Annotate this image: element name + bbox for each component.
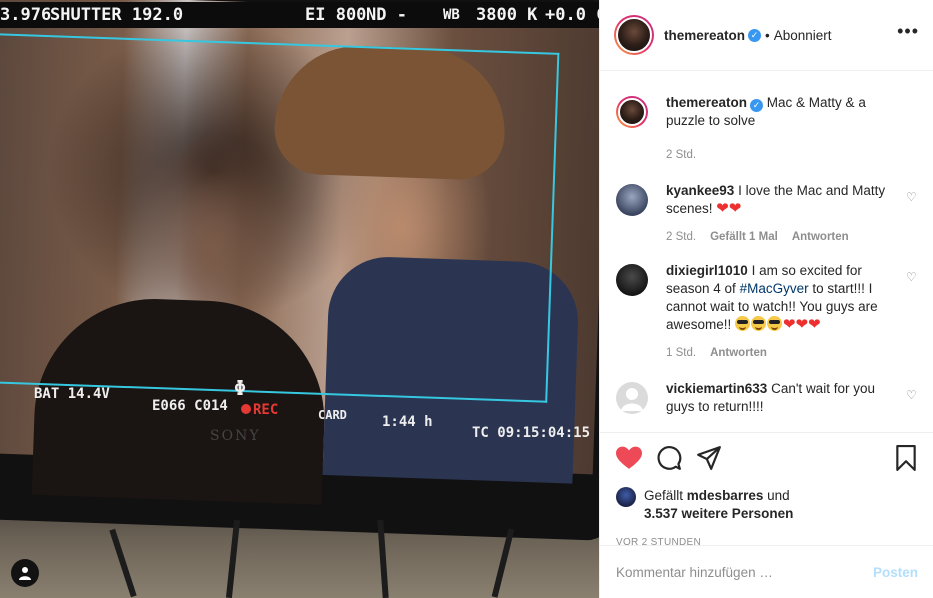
hud-rec: REC (241, 402, 278, 418)
author-avatar[interactable] (614, 15, 654, 55)
comment-time[interactable]: 2 Std. (666, 228, 696, 246)
comment-time[interactable]: 1 Std. (666, 344, 696, 362)
commenter-avatar[interactable] (616, 382, 648, 414)
frame-guide (0, 33, 560, 403)
red-heart-emoji-icon: ❤❤ (716, 200, 742, 217)
comment-item: kyankee93 I love the Mac and Matty scene… (616, 182, 918, 246)
like-comment-heart-icon[interactable]: ♡ (906, 388, 918, 402)
sony-logo: SONY (210, 428, 261, 444)
reply-button[interactable]: Antworten (792, 228, 849, 246)
comments-list[interactable]: themereaton ✓ Mac & Matty & a puzzle to s… (600, 72, 933, 432)
liked-by-and: und (767, 488, 790, 503)
post-sidebar: themereaton ✓ • Abonniert ••• themereato… (599, 0, 933, 598)
caption-time[interactable]: 2 Std. (666, 146, 696, 164)
post-comment-button[interactable]: Posten (873, 565, 918, 580)
share-icon[interactable] (696, 445, 722, 471)
tagged-people-button[interactable] (11, 559, 39, 587)
comment-item: vickiemartin633 Can't wait for you guys … (616, 380, 918, 416)
comment-username[interactable]: dixiegirl1010 (666, 263, 748, 278)
verified-badge-icon: ✓ (750, 99, 764, 112)
default-avatar-icon (621, 388, 643, 411)
hud-iris-icon: Φ (234, 376, 247, 400)
caption-avatar[interactable] (616, 96, 648, 128)
separator-dot: • (765, 27, 770, 43)
caption-username[interactable]: themereaton (666, 95, 747, 110)
hud-wb-value: 3800 K (476, 5, 538, 25)
comment-item: dixiegirl1010 I am so excited for season… (616, 262, 918, 362)
post-actions: Gefällt mdesbarres und 3.537 weitere Per… (600, 432, 933, 548)
comment-likes[interactable]: Gefällt 1 Mal (710, 228, 778, 246)
hud-timecode: TC 09:15:04:15 (472, 425, 591, 441)
comment-username[interactable]: vickiemartin633 (666, 381, 767, 396)
monitor-screen (0, 0, 599, 505)
camera-hud-top: 3.976 SHUTTER 192.0 EI 800 ND - WB 3800 … (0, 2, 599, 28)
like-comment-heart-icon[interactable]: ♡ (906, 190, 918, 204)
hud-battery: BAT 14.4V (34, 386, 110, 402)
reply-button[interactable]: Antworten (710, 344, 767, 362)
comment-icon[interactable] (656, 445, 682, 471)
comment-username[interactable]: kyankee93 (666, 183, 734, 198)
hashtag-link[interactable]: #MacGyver (740, 281, 809, 296)
liker-username[interactable]: mdesbarres (687, 488, 764, 503)
liker-avatar[interactable] (616, 487, 636, 507)
post-photo[interactable]: 3.976 SHUTTER 192.0 EI 800 ND - WB 3800 … (0, 0, 599, 598)
hud-time: 1:44 h (382, 414, 433, 430)
sunglasses-emoji-icon (735, 316, 783, 332)
hud-tint: +0.0 C (545, 5, 599, 25)
hud-wb: WB (443, 7, 460, 23)
hud-clip: E066 C014 (152, 398, 228, 414)
more-horizontal-icon[interactable]: ••• (897, 22, 919, 44)
comment-input[interactable] (616, 564, 873, 580)
comment-composer: Posten (600, 545, 933, 598)
like-comment-heart-icon[interactable]: ♡ (906, 270, 918, 284)
commenter-avatar[interactable] (616, 184, 648, 216)
hud-nd: ND - (366, 5, 407, 25)
liked-by-prefix: Gefällt (644, 488, 684, 503)
author-username[interactable]: themereaton (664, 28, 745, 43)
likes-summary: Gefällt mdesbarres und 3.537 weitere Per… (616, 487, 918, 523)
camera-monitor (0, 0, 599, 542)
hud-ei: EI 800 (305, 5, 367, 25)
like-heart-icon[interactable] (616, 446, 642, 470)
post-header: themereaton ✓ • Abonniert ••• (600, 0, 933, 71)
other-likes-link[interactable]: 3.537 weitere Personen (644, 506, 793, 521)
person-icon (19, 567, 31, 580)
commenter-avatar[interactable] (616, 264, 648, 296)
hud-card: CARD (318, 408, 347, 422)
bookmark-icon[interactable] (894, 445, 918, 471)
stand-legs (0, 519, 599, 598)
caption: themereaton ✓ Mac & Matty & a puzzle to s… (616, 94, 918, 164)
red-heart-emoji-icon: ❤❤❤ (783, 316, 821, 333)
hud-aperture: 3.976 (0, 5, 52, 25)
verified-badge-icon: ✓ (748, 28, 762, 42)
hud-shutter: SHUTTER 192.0 (50, 5, 184, 25)
follow-status-button[interactable]: Abonniert (774, 28, 832, 43)
